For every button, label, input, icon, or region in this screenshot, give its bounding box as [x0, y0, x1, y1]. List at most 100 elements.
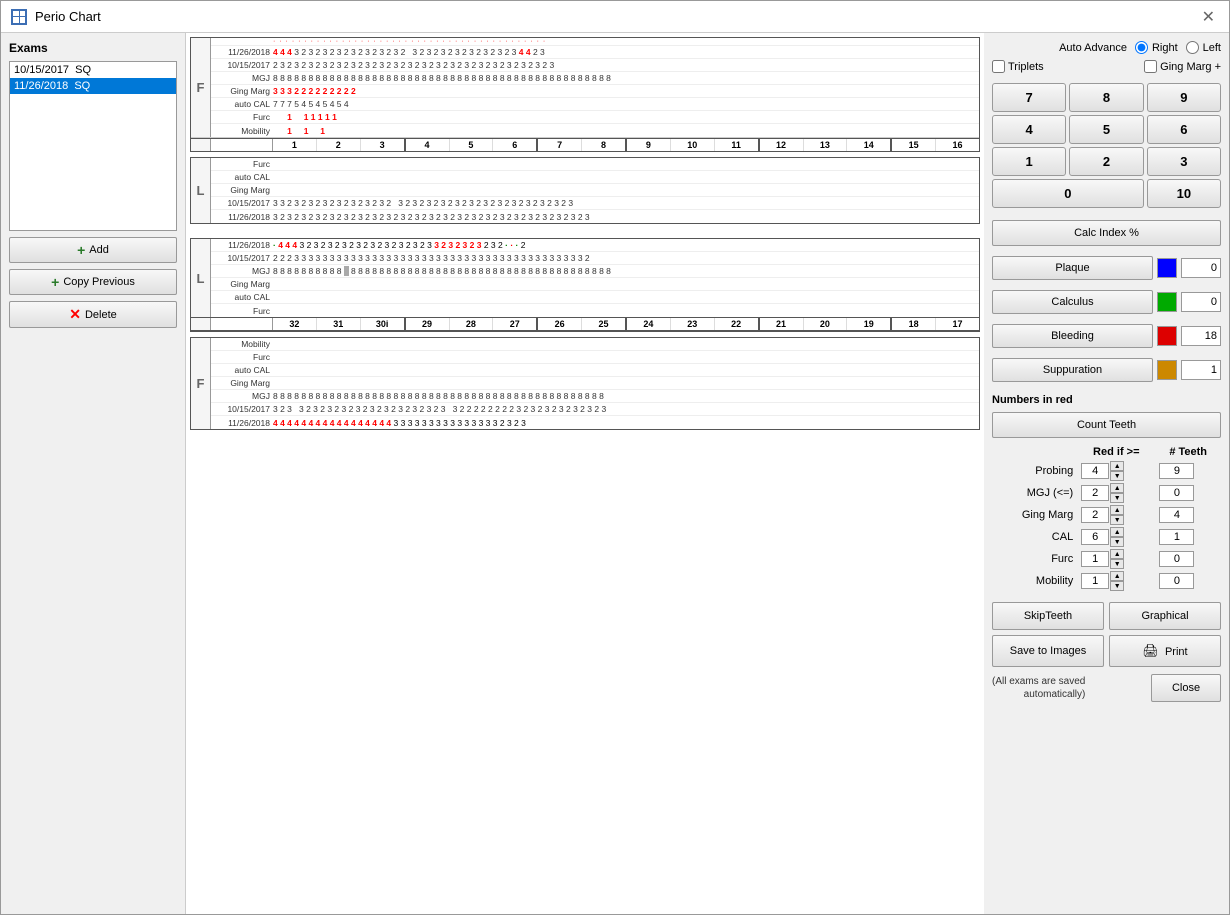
probing-down[interactable]: ▼ [1110, 471, 1124, 481]
numpad-4[interactable]: 4 [992, 115, 1066, 144]
ging-marg-spin[interactable]: ▲ ▼ [1081, 505, 1151, 525]
triplets-checkbox-group[interactable]: Triplets [992, 60, 1044, 73]
tooth-16: 16 [936, 139, 979, 151]
print-button[interactable]: 🖨 Print [1109, 635, 1221, 667]
ging-marg-down[interactable]: ▼ [1110, 515, 1124, 525]
ging-marg-label: Ging Marg [992, 504, 1077, 526]
cal-down[interactable]: ▼ [1110, 537, 1124, 547]
probing-spin-input[interactable] [1081, 463, 1109, 479]
add-icon: + [77, 242, 85, 258]
upper-autocal-label: auto CAL [211, 99, 273, 109]
auto-advance-section: Auto Advance Right Left [992, 41, 1221, 54]
probing-up[interactable]: ▲ [1110, 461, 1124, 471]
mgj-down[interactable]: ▼ [1110, 493, 1124, 503]
cal-spin[interactable]: ▲ ▼ [1081, 527, 1151, 547]
numpad-6[interactable]: 6 [1147, 115, 1221, 144]
numpad-0[interactable]: 0 [992, 179, 1144, 208]
numpad-1[interactable]: 1 [992, 147, 1066, 176]
exam-item-1[interactable]: 10/15/2017 SQ [10, 62, 176, 78]
tooth-13: 13 [804, 139, 848, 151]
upper-autocal-row: 7 7 7 5 4 5 4 5 4 5 4 [273, 99, 979, 109]
count-teeth-button[interactable]: Count Teeth [992, 412, 1221, 438]
suppuration-button[interactable]: Suppuration [992, 358, 1153, 382]
lf-autocal-label: auto CAL [211, 365, 273, 375]
calculus-color [1157, 292, 1177, 312]
tooth-4: 4 [406, 139, 450, 151]
tooth-6: 6 [493, 139, 538, 151]
perio-chart-window: Perio Chart ✕ Exams 10/15/2017 SQ 11/26/… [0, 0, 1230, 915]
delete-button[interactable]: ✕ Delete [9, 301, 177, 328]
mgj-spin-input[interactable] [1081, 485, 1109, 501]
tooth-1: 1 [273, 139, 317, 151]
mobility-spin[interactable]: ▲ ▼ [1081, 571, 1151, 591]
graphical-button[interactable]: Graphical [1109, 602, 1221, 630]
right-radio[interactable] [1135, 41, 1148, 54]
furc-down[interactable]: ▼ [1110, 559, 1124, 569]
numpad-9[interactable]: 9 [1147, 83, 1221, 112]
close-button[interactable]: Close [1151, 674, 1221, 702]
ul-furc-label: Furc [211, 159, 273, 169]
exam-item-2[interactable]: 11/26/2018 SQ [10, 78, 176, 94]
furc-spin[interactable]: ▲ ▼ [1081, 549, 1151, 569]
numpad-7[interactable]: 7 [992, 83, 1066, 112]
bleeding-button[interactable]: Bleeding [992, 324, 1153, 348]
mobility-spin-input[interactable] [1081, 573, 1109, 589]
add-button[interactable]: + Add [9, 237, 177, 263]
cal-label: CAL [992, 526, 1077, 548]
cal-spin-input[interactable] [1081, 529, 1109, 545]
furc-teeth-val: 0 [1159, 551, 1194, 567]
mgj-row: MGJ (<=) ▲ ▼ 0 [992, 482, 1221, 504]
tooth-32: 32 [273, 318, 317, 330]
copy-previous-button[interactable]: + Copy Previous [9, 269, 177, 295]
save-to-images-button[interactable]: Save to Images [992, 635, 1104, 667]
window-title: Perio Chart [35, 9, 101, 24]
title-bar: Perio Chart ✕ [1, 1, 1229, 33]
triplets-checkbox[interactable] [992, 60, 1005, 73]
lower-l-label: L [191, 239, 211, 317]
bottom-buttons: SkipTeeth Graphical Save to Images 🖨 Pri… [992, 602, 1221, 702]
calc-index-button[interactable]: Calc Index % [992, 220, 1221, 246]
probing-spin[interactable]: ▲ ▼ [1081, 461, 1151, 481]
plaque-button[interactable]: Plaque [992, 256, 1153, 280]
ging-marg-up[interactable]: ▲ [1110, 505, 1124, 515]
delete-label: Delete [85, 309, 117, 321]
ging-marg-plus-checkbox[interactable] [1144, 60, 1157, 73]
red-if-header: Red if >= [1077, 444, 1155, 460]
numpad-5[interactable]: 5 [1069, 115, 1143, 144]
left-radio-group[interactable]: Left [1186, 41, 1221, 54]
numpad-10[interactable]: 10 [1147, 179, 1221, 208]
right-radio-group[interactable]: Right [1135, 41, 1178, 54]
numpad-8[interactable]: 8 [1069, 83, 1143, 112]
bleeding-color [1157, 326, 1177, 346]
numpad-2[interactable]: 2 [1069, 147, 1143, 176]
mobility-table-row: Mobility ▲ ▼ 0 [992, 570, 1221, 592]
skip-teeth-button[interactable]: SkipTeeth [992, 602, 1104, 630]
left-radio[interactable] [1186, 41, 1199, 54]
upper-date2-label: 10/15/2017 [211, 60, 273, 70]
furc-label: Furc [992, 548, 1077, 570]
tooth-25: 25 [582, 318, 627, 330]
cal-up[interactable]: ▲ [1110, 527, 1124, 537]
mgj-spin[interactable]: ▲ ▼ [1081, 483, 1151, 503]
lf-date2-label: 11/26/2018 [211, 418, 273, 428]
ging-marg-plus-checkbox-group[interactable]: Ging Marg + [1144, 60, 1221, 73]
mgj-up[interactable]: ▲ [1110, 483, 1124, 493]
numpad: 7 8 9 4 5 6 1 2 3 0 10 [992, 83, 1221, 208]
tooth-8: 8 [582, 139, 627, 151]
mobility-down[interactable]: ▼ [1110, 581, 1124, 591]
right-label: Right [1152, 42, 1178, 54]
window-close-button[interactable]: ✕ [1198, 7, 1219, 27]
tooth-27: 27 [493, 318, 538, 330]
calculus-button[interactable]: Calculus [992, 290, 1153, 314]
ll-ging-label: Ging Marg [211, 279, 273, 289]
calculus-value: 0 [1181, 292, 1221, 312]
app-icon [11, 9, 27, 25]
upper-ging-row: 3 3 3 2 2 2 2 2 2 2 2 2 [273, 86, 979, 96]
numpad-3[interactable]: 3 [1147, 147, 1221, 176]
mobility-up[interactable]: ▲ [1110, 571, 1124, 581]
ging-marg-spin-input[interactable] [1081, 507, 1109, 523]
furc-up[interactable]: ▲ [1110, 549, 1124, 559]
furc-spin-input[interactable] [1081, 551, 1109, 567]
plaque-value: 0 [1181, 258, 1221, 278]
tooth-23: 23 [671, 318, 715, 330]
